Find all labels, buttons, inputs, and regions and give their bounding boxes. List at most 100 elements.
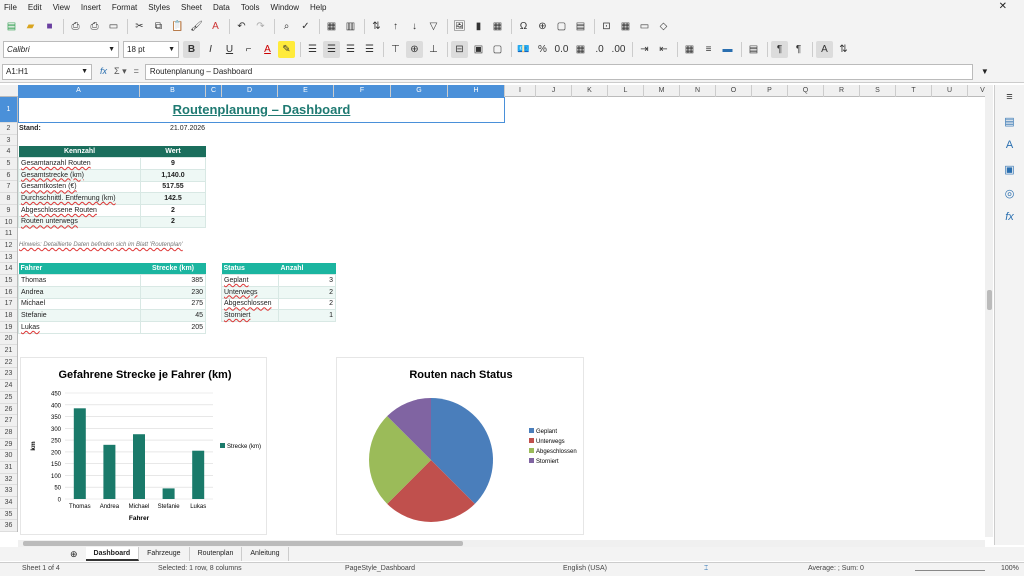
column-header[interactable]: L: [608, 85, 644, 97]
define-print-area-icon[interactable]: ⊡: [598, 18, 615, 35]
strikethrough-icon[interactable]: ⌐: [240, 41, 257, 58]
status-name[interactable]: Geplant: [221, 274, 279, 287]
align-left-icon[interactable]: ☰: [304, 41, 321, 58]
driver-km[interactable]: 230: [140, 285, 206, 299]
row-header[interactable]: 15: [0, 275, 17, 287]
hint-note[interactable]: Hinweis: Detaillierte Daten befinden sic…: [19, 242, 183, 248]
column-header[interactable]: K: [572, 85, 608, 97]
row-icon[interactable]: ▦: [323, 18, 340, 35]
driver-name[interactable]: Thomas: [18, 274, 141, 287]
row-header[interactable]: 6: [0, 170, 17, 182]
kpi-value[interactable]: 2: [140, 203, 206, 217]
sort-icon[interactable]: ⇅: [368, 18, 385, 35]
hyperlink-icon[interactable]: ⊕: [534, 18, 551, 35]
status-count[interactable]: 2: [278, 297, 336, 311]
menu-tools[interactable]: Tools: [241, 3, 260, 12]
functions-icon[interactable]: fx: [995, 205, 1024, 229]
row-header[interactable]: 19: [0, 322, 17, 334]
row-header[interactable]: 11: [0, 228, 17, 240]
row-header[interactable]: 10: [0, 217, 17, 229]
paste-icon[interactable]: 📋: [169, 18, 186, 35]
column-header[interactable]: A: [18, 85, 140, 97]
underline-icon[interactable]: U: [221, 41, 238, 58]
close-document-icon[interactable]: ✕: [999, 1, 1007, 12]
row-header[interactable]: 4: [0, 146, 17, 159]
column-header[interactable]: P: [752, 85, 788, 97]
row-header[interactable]: 31: [0, 462, 17, 474]
kpi-header-name[interactable]: Kennzahl: [18, 146, 141, 158]
tab-dashboard[interactable]: Dashboard: [85, 547, 140, 561]
driver-name[interactable]: Michael: [18, 297, 141, 311]
row-header[interactable]: 12: [0, 240, 17, 252]
kpi-value[interactable]: 142.5: [140, 192, 206, 205]
save-icon[interactable]: ■: [41, 18, 58, 35]
column-header[interactable]: Q: [788, 85, 824, 97]
menu-help[interactable]: Help: [310, 3, 326, 12]
freeze-rows-columns-icon[interactable]: ▦: [617, 18, 634, 35]
headers-footers-icon[interactable]: ▤: [572, 18, 589, 35]
increase-indent-icon[interactable]: ⇥: [636, 41, 653, 58]
menu-edit[interactable]: Edit: [28, 3, 42, 12]
row-header[interactable]: 8: [0, 193, 17, 205]
kpi-value[interactable]: 517.55: [140, 180, 206, 194]
expand-formula-bar-icon[interactable]: ▼: [981, 67, 989, 76]
navigator-icon[interactable]: ◎: [995, 181, 1024, 205]
column-header[interactable]: N: [680, 85, 716, 97]
number-format-icon[interactable]: 0.0: [553, 41, 570, 58]
row-header[interactable]: 25: [0, 392, 17, 404]
row-header[interactable]: 2: [0, 123, 17, 135]
bar-chart[interactable]: Gefahrene Strecke je Fahrer (km) 0 50 100 15…: [20, 357, 267, 535]
kpi-label[interactable]: Durchschnittl. Entfernung (km): [18, 192, 141, 205]
comment-icon[interactable]: ▢: [553, 18, 570, 35]
row-header[interactable]: 24: [0, 380, 17, 392]
row-header[interactable]: 30: [0, 450, 17, 462]
column-header[interactable]: F: [334, 85, 391, 97]
driver-km[interactable]: 45: [140, 309, 206, 322]
undo-icon[interactable]: ↶: [233, 18, 250, 35]
row-header[interactable]: 27: [0, 415, 17, 427]
print-icon[interactable]: ⎙: [86, 18, 103, 35]
row-header[interactable]: 26: [0, 404, 17, 416]
pie-chart[interactable]: Routen nach Status Geplant Unterwegs Abgesc…: [336, 357, 584, 535]
kpi-value[interactable]: 2: [140, 215, 206, 229]
split-window-icon[interactable]: ▭: [636, 18, 653, 35]
kpi-label[interactable]: Gesamtstrecke (km): [18, 168, 141, 182]
scroll-thumb[interactable]: [23, 541, 463, 546]
border-style-icon[interactable]: ≡: [700, 41, 717, 58]
copy-icon[interactable]: ⧉: [150, 18, 167, 35]
menu-data[interactable]: Data: [213, 3, 230, 12]
menu-window[interactable]: Window: [271, 3, 299, 12]
row-header[interactable]: 14: [0, 263, 17, 275]
scroll-thumb[interactable]: [987, 290, 992, 310]
insert-chart-icon[interactable]: ▮: [470, 18, 487, 35]
driver-km[interactable]: 205: [140, 320, 206, 334]
sum-icon[interactable]: Σ ▾: [114, 66, 127, 77]
status-count[interactable]: 2: [278, 285, 336, 299]
column-header[interactable]: O: [716, 85, 752, 97]
decrease-indent-icon[interactable]: ⇤: [655, 41, 672, 58]
unmerge-icon[interactable]: ▢: [489, 41, 506, 58]
sidebar-menu-icon[interactable]: ≡: [995, 85, 1024, 109]
stand-date[interactable]: 21.07.2026: [170, 125, 205, 132]
row-header[interactable]: 16: [0, 287, 17, 299]
status-count[interactable]: 3: [278, 274, 336, 287]
text-direction-ltr-icon[interactable]: ¶: [771, 40, 788, 58]
justify-icon[interactable]: ☰: [361, 41, 378, 58]
column-header[interactable]: H: [448, 85, 505, 97]
autofilter-icon[interactable]: ▽: [425, 18, 442, 35]
column-header[interactable]: B: [140, 85, 206, 97]
align-top-icon[interactable]: ⊤: [387, 41, 404, 58]
row-header[interactable]: 9: [0, 205, 17, 217]
kpi-label[interactable]: Abgeschlossene Routen: [18, 203, 141, 217]
font-size-box[interactable]: 18 pt ▼: [123, 40, 179, 58]
function-wizard-icon[interactable]: fx: [100, 66, 107, 77]
menu-file[interactable]: File: [4, 3, 17, 12]
cut-icon[interactable]: ✂: [131, 18, 148, 35]
column-header[interactable]: R: [824, 85, 860, 97]
column-header[interactable]: G: [391, 85, 448, 97]
driver-km[interactable]: 385: [140, 274, 206, 287]
highlight-color-icon[interactable]: ✎: [278, 40, 295, 58]
sort-ascending-icon[interactable]: ↑: [387, 18, 404, 35]
redo-icon[interactable]: ↷: [252, 18, 269, 35]
center-vertically-icon[interactable]: ⊕: [406, 40, 423, 58]
